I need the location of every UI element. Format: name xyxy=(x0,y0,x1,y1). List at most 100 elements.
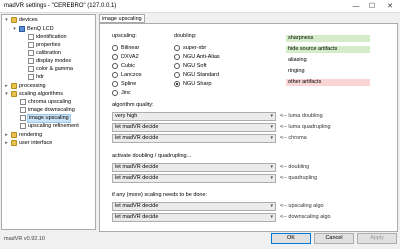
monitor-icon xyxy=(19,26,25,32)
folder-icon xyxy=(11,140,17,146)
page-icon xyxy=(20,107,26,113)
artifact-ringing: ringing xyxy=(286,68,370,75)
tree-item-label: calibration xyxy=(36,50,62,56)
select-value: let madVR decide xyxy=(115,203,159,209)
expand-icon[interactable]: ▸ xyxy=(4,84,9,89)
select-value: let madVR decide xyxy=(115,214,159,220)
select-activate-doubling[interactable]: let madVR decide ▾ xyxy=(112,163,276,172)
tree-item-label: identification xyxy=(36,34,67,40)
hint-doubling: <-- doubling xyxy=(280,164,310,170)
radio-label: Lanczos xyxy=(121,72,142,78)
title-bar: madVR settings - "CEREBRO" (127.0.0.1) —… xyxy=(0,0,400,13)
artifact-label: sharpness xyxy=(288,35,314,41)
folder-icon xyxy=(11,83,17,89)
radio-label: super-xbr xyxy=(183,45,207,51)
hint-downscaling-algo: <-- downscaling algo xyxy=(280,214,331,220)
tree-item-label: scaling algorithms xyxy=(19,91,64,97)
select-luma-quadrupling-quality[interactable]: let madVR decide ▾ xyxy=(112,123,276,132)
settings-tree[interactable]: ▾ devices ▾ BenQ LCD identification prop… xyxy=(1,14,96,230)
chevron-down-icon: ▾ xyxy=(270,164,273,170)
select-luma-doubling-quality[interactable]: very high ▾ xyxy=(112,112,276,121)
close-button[interactable]: ✕ xyxy=(382,1,398,12)
cancel-button[interactable]: Cancel xyxy=(314,233,354,244)
radio-button[interactable] xyxy=(174,45,180,51)
select-value: let madVR decide xyxy=(115,164,159,170)
select-upscaling-algo[interactable]: let madVR decide ▾ xyxy=(112,202,276,211)
chevron-down-icon: ▾ xyxy=(270,135,273,141)
page-icon xyxy=(28,50,34,56)
artifact-label: hide source artifacts xyxy=(288,46,338,52)
radio-button[interactable] xyxy=(112,54,118,60)
chevron-down-icon: ▾ xyxy=(270,175,273,181)
upscaling-header: upscaling: xyxy=(112,33,137,39)
artifact-sharpness: sharpness xyxy=(286,35,370,42)
chevron-down-icon: ▾ xyxy=(270,124,273,130)
select-downscaling-algo[interactable]: let madVR decide ▾ xyxy=(112,213,276,222)
ok-button[interactable]: OK xyxy=(271,233,311,244)
radio-button[interactable] xyxy=(112,45,118,51)
chevron-down-icon: ▾ xyxy=(270,203,273,209)
radio-button[interactable] xyxy=(174,54,180,60)
expand-icon[interactable]: ▾ xyxy=(12,27,17,32)
artifact-label: other artifacts xyxy=(288,79,322,85)
tree-item-label: image downscaling xyxy=(28,107,75,113)
scaling-label: if any (more) scaling needs to be done: xyxy=(112,192,208,198)
hint-upscaling-algo: <-- upscaling algo xyxy=(280,203,324,209)
page-icon xyxy=(28,42,34,48)
minimize-button[interactable]: — xyxy=(348,1,364,12)
tree-item-label: display modes xyxy=(36,58,72,64)
artifact-hide-source: hide source artifacts xyxy=(286,46,370,53)
apply-button[interactable]: Apply xyxy=(357,233,397,244)
page-icon xyxy=(28,74,34,80)
maximize-button[interactable]: ☐ xyxy=(364,1,380,12)
page-icon xyxy=(20,115,26,121)
radio-label: DXVA2 xyxy=(121,54,139,60)
page-icon xyxy=(20,99,26,105)
select-chroma-quality[interactable]: let madVR decide ▾ xyxy=(112,134,276,143)
panel-title: image upscaling xyxy=(99,14,145,23)
quality-label: algorithm quality: xyxy=(112,102,154,108)
expand-icon[interactable]: ▾ xyxy=(4,92,9,97)
select-activate-quadrupling[interactable]: let madVR decide ▾ xyxy=(112,174,276,183)
select-value: let madVR decide xyxy=(115,135,159,141)
radio-button-selected[interactable] xyxy=(174,81,180,87)
window-title: madVR settings - "CEREBRO" (127.0.0.1) xyxy=(4,3,117,9)
hint-luma-doubling: <-- luma doubling xyxy=(280,113,323,119)
tree-item-label: processing xyxy=(19,83,46,89)
folder-icon xyxy=(11,132,17,138)
tree-item-label: properties xyxy=(36,42,61,48)
radio-button[interactable] xyxy=(112,63,118,69)
radio-button[interactable] xyxy=(112,81,118,87)
hint-quadrupling: <-- quadrupling xyxy=(280,175,318,181)
radio-label: Spline xyxy=(121,81,137,87)
tree-item-label: color & gamma xyxy=(36,66,73,72)
tree-item-label: chroma upscaling xyxy=(28,99,72,105)
hint-chroma: <-- chroma xyxy=(280,135,307,141)
tree-item-label: devices xyxy=(19,17,38,23)
page-icon xyxy=(28,66,34,72)
image-upscaling-panel: upscaling: doubling: Bilinear DXVA2 Cubi… xyxy=(99,23,398,232)
radio-label: NGU Anti-Alias xyxy=(183,54,220,60)
radio-button[interactable] xyxy=(174,63,180,69)
expand-icon[interactable]: ▸ xyxy=(4,141,9,146)
tree-item-label: user interface xyxy=(19,140,53,146)
radio-label: NGU Sharp xyxy=(183,81,212,87)
tree-item-label: image upscaling xyxy=(27,114,71,123)
folder-icon xyxy=(11,17,17,23)
chevron-down-icon: ▾ xyxy=(270,214,273,220)
radio-button[interactable] xyxy=(112,72,118,78)
radio-label: Bilinear xyxy=(121,45,140,51)
tree-item-label: upscaling refinement xyxy=(28,123,79,129)
tree-item-label: BenQ LCD xyxy=(27,26,54,32)
radio-button[interactable] xyxy=(112,90,118,96)
doubling-header: doubling: xyxy=(174,33,197,39)
artifact-label: ringing xyxy=(288,68,305,74)
expand-icon[interactable]: ▸ xyxy=(4,133,9,138)
artifact-label: aliasing xyxy=(288,57,307,63)
expand-icon[interactable]: ▾ xyxy=(4,18,9,23)
radio-button[interactable] xyxy=(174,72,180,78)
select-value: very high xyxy=(115,113,138,119)
select-value: let madVR decide xyxy=(115,124,159,130)
page-icon xyxy=(28,58,34,64)
version-label: madVR v0.92.10 xyxy=(4,236,45,242)
